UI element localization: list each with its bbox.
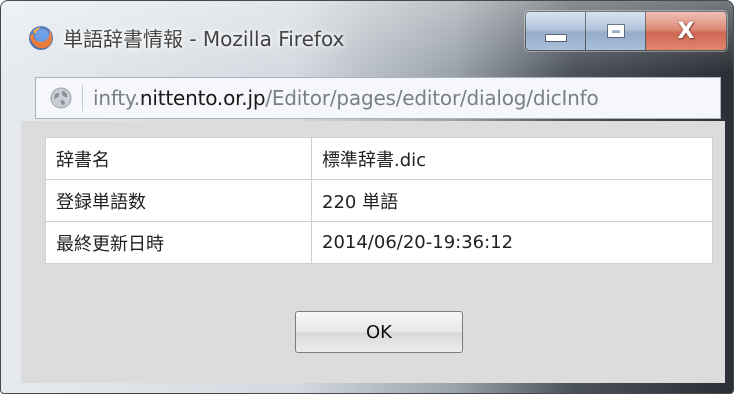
- url-domain: nittento.or.jp: [139, 86, 266, 110]
- ok-button[interactable]: OK: [295, 311, 463, 353]
- dialog-content: 辞書名 標準辞書.dic 登録単語数 220 単語 最終更新日時 2014/06…: [21, 121, 725, 383]
- title-bar[interactable]: 単語辞書情報 - Mozilla Firefox X: [1, 1, 733, 61]
- globe-icon: [50, 87, 72, 109]
- minimize-icon: [544, 34, 567, 42]
- url-bar[interactable]: infty.nittento.or.jp/Editor/pages/editor…: [35, 77, 721, 119]
- browser-popup-window: 単語辞書情報 - Mozilla Firefox X infty.nittent…: [0, 0, 734, 394]
- maximize-icon: [607, 25, 624, 37]
- url-separator: [82, 85, 83, 111]
- close-icon: X: [677, 18, 695, 44]
- url-path: /Editor/pages/editor/dialog/dicInfo: [265, 86, 599, 110]
- minimize-button[interactable]: [526, 12, 586, 50]
- window-title: 単語辞書情報 - Mozilla Firefox: [63, 27, 345, 51]
- word-count-label: 登録単語数: [45, 179, 312, 222]
- maximize-button[interactable]: [586, 12, 646, 50]
- last-updated-label: 最終更新日時: [45, 221, 312, 264]
- last-updated-value: 2014/06/20-19:36:12: [311, 221, 713, 264]
- caption-buttons: X: [525, 11, 727, 51]
- firefox-icon: [29, 26, 53, 50]
- table-row: 登録単語数 220 単語: [45, 179, 713, 222]
- dictionary-name-label: 辞書名: [45, 137, 312, 180]
- dictionary-name-value: 標準辞書.dic: [311, 137, 713, 180]
- close-button[interactable]: X: [646, 12, 726, 50]
- url-text: infty.nittento.or.jp/Editor/pages/editor…: [93, 86, 599, 110]
- table-row: 辞書名 標準辞書.dic: [45, 137, 713, 180]
- table-row: 最終更新日時 2014/06/20-19:36:12: [45, 221, 713, 264]
- dictionary-info-table: 辞書名 標準辞書.dic 登録単語数 220 単語 最終更新日時 2014/06…: [45, 137, 713, 264]
- url-prefix: infty.: [93, 86, 140, 110]
- word-count-value: 220 単語: [311, 179, 713, 222]
